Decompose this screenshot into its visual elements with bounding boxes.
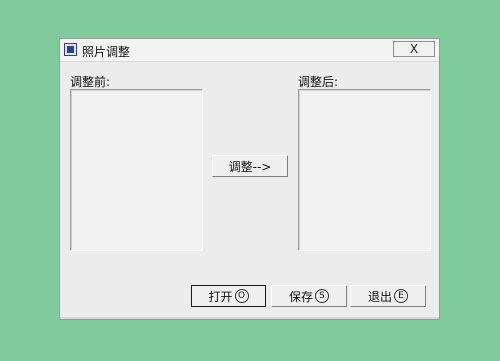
- exit-accelerator: E: [394, 289, 408, 303]
- save-button[interactable]: 保存 S: [271, 285, 347, 307]
- save-button-label: 保存: [288, 289, 313, 304]
- after-label: 调整后:: [298, 75, 339, 89]
- title-bar: 照片调整 X: [60, 39, 439, 62]
- window-title: 照片调整: [82, 45, 131, 59]
- before-image-panel: [70, 89, 203, 251]
- before-label: 调整前:: [70, 75, 111, 89]
- close-button[interactable]: X: [393, 41, 435, 57]
- open-button[interactable]: 打开 O: [191, 285, 266, 307]
- photo-adjust-window: 照片调整 X 调整前: 调整后: 调整--> 打开 O 保存 S 退出 E: [59, 38, 440, 320]
- exit-button[interactable]: 退出 E: [350, 285, 426, 307]
- open-accelerator: O: [234, 289, 249, 303]
- app-icon: [64, 43, 77, 56]
- adjust-button-label: 调整-->: [228, 159, 272, 174]
- window-bottom-strip: [60, 317, 439, 319]
- save-accelerator: S: [315, 289, 329, 303]
- adjust-button[interactable]: 调整-->: [212, 155, 288, 177]
- exit-button-label: 退出: [367, 289, 392, 304]
- open-button-label: 打开: [208, 289, 233, 304]
- after-image-panel: [298, 89, 431, 251]
